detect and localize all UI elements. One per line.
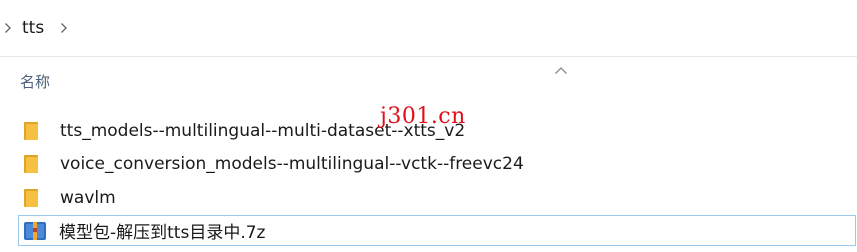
- column-header-name[interactable]: 名称: [20, 71, 50, 92]
- folder-icon: [24, 120, 52, 142]
- chevron-right-icon[interactable]: [4, 0, 12, 56]
- chevron-right-icon[interactable]: [60, 0, 68, 56]
- watermark: j301.cn: [380, 104, 466, 129]
- file-row-selected[interactable]: 模型包-解压到tts目录中.7z: [18, 215, 856, 246]
- file-row[interactable]: wavlm: [18, 182, 856, 213]
- address-bar[interactable]: tts: [0, 0, 857, 57]
- file-name: voice_conversion_models--multilingual--v…: [60, 153, 524, 174]
- file-row[interactable]: voice_conversion_models--multilingual--v…: [18, 148, 856, 179]
- archive-icon: [23, 220, 51, 242]
- file-name: wavlm: [60, 187, 116, 208]
- sort-ascending-icon: [554, 60, 568, 79]
- folder-icon: [24, 187, 52, 209]
- file-name: 模型包-解压到tts目录中.7z: [59, 223, 266, 243]
- folder-icon: [24, 153, 52, 175]
- breadcrumb-tts[interactable]: tts: [22, 0, 44, 56]
